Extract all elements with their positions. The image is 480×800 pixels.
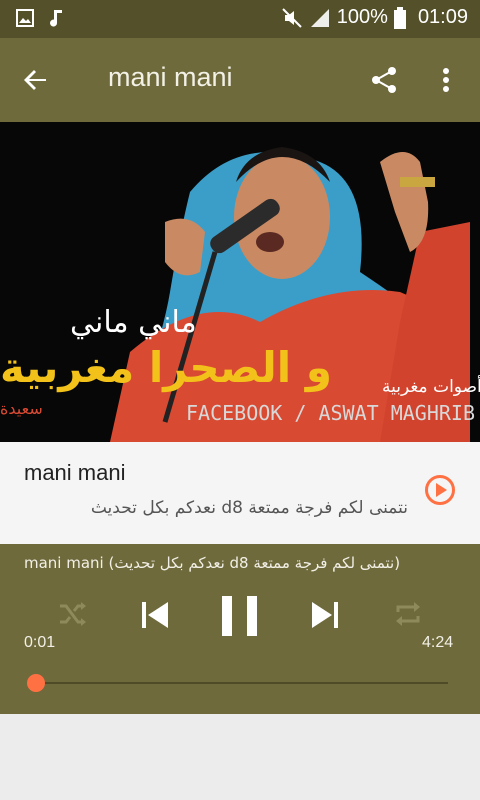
mute-icon (282, 7, 302, 28)
duration: 4:24 (422, 634, 454, 651)
battery-percent: 100% (336, 6, 388, 28)
share-icon[interactable] (368, 64, 400, 96)
now-playing-label: mani mani (نعدكم بكل تحديث d8 نتمنى لكم … (24, 554, 401, 572)
overlay-arabic-small: سعيدة (0, 399, 43, 418)
seek-bar[interactable] (34, 682, 448, 684)
status-left (16, 8, 64, 28)
overlay-arabic-main: و الصحرا مغربية (0, 343, 332, 393)
app-toolbar: mani mani (0, 38, 480, 122)
play-circle-icon[interactable] (424, 474, 456, 506)
repeat-icon[interactable] (392, 598, 424, 630)
current-time: 0:01 (24, 634, 56, 651)
gallery-icon (16, 9, 34, 27)
more-vert-icon[interactable] (434, 64, 458, 96)
music-note-icon (50, 10, 62, 27)
shuffle-icon[interactable] (56, 598, 88, 630)
track-info: mani mani نتمنى لكم فرجة ممتعة d8 نعدكم … (0, 442, 480, 544)
overlay-arabic-right: أصوات مغربية (382, 375, 480, 397)
track-title: mani mani (24, 460, 126, 485)
overlay-text: FACEBOOK / ASWAT MAGHRIB (186, 401, 475, 425)
player-panel: mani mani (نعدكم بكل تحديث d8 نتمنى لكم … (0, 544, 480, 714)
toolbar-title: mani mani (108, 62, 233, 92)
seek-thumb[interactable] (26, 674, 45, 692)
clock: 01:09 (417, 6, 468, 28)
status-right: 100% 01:09 (281, 6, 468, 29)
pause-icon[interactable] (220, 594, 260, 638)
back-arrow-icon[interactable] (20, 64, 52, 96)
signal-icon (310, 8, 329, 27)
battery-icon (393, 6, 406, 29)
thumbnail-illustration: ماني ماني و الصحرا مغربية سعيدة أصوات مغ… (0, 122, 480, 442)
overlay-arabic-top: ماني ماني (70, 305, 197, 340)
video-thumbnail[interactable]: ماني ماني و الصحرا مغربية سعيدة أصوات مغ… (0, 122, 480, 442)
previous-icon[interactable] (138, 598, 172, 632)
track-subtitle: نتمنى لكم فرجة ممتعة d8 نعدكم بكل تحديث (90, 498, 408, 518)
status-bar: 100% 01:09 (0, 0, 480, 38)
next-icon[interactable] (308, 598, 342, 632)
